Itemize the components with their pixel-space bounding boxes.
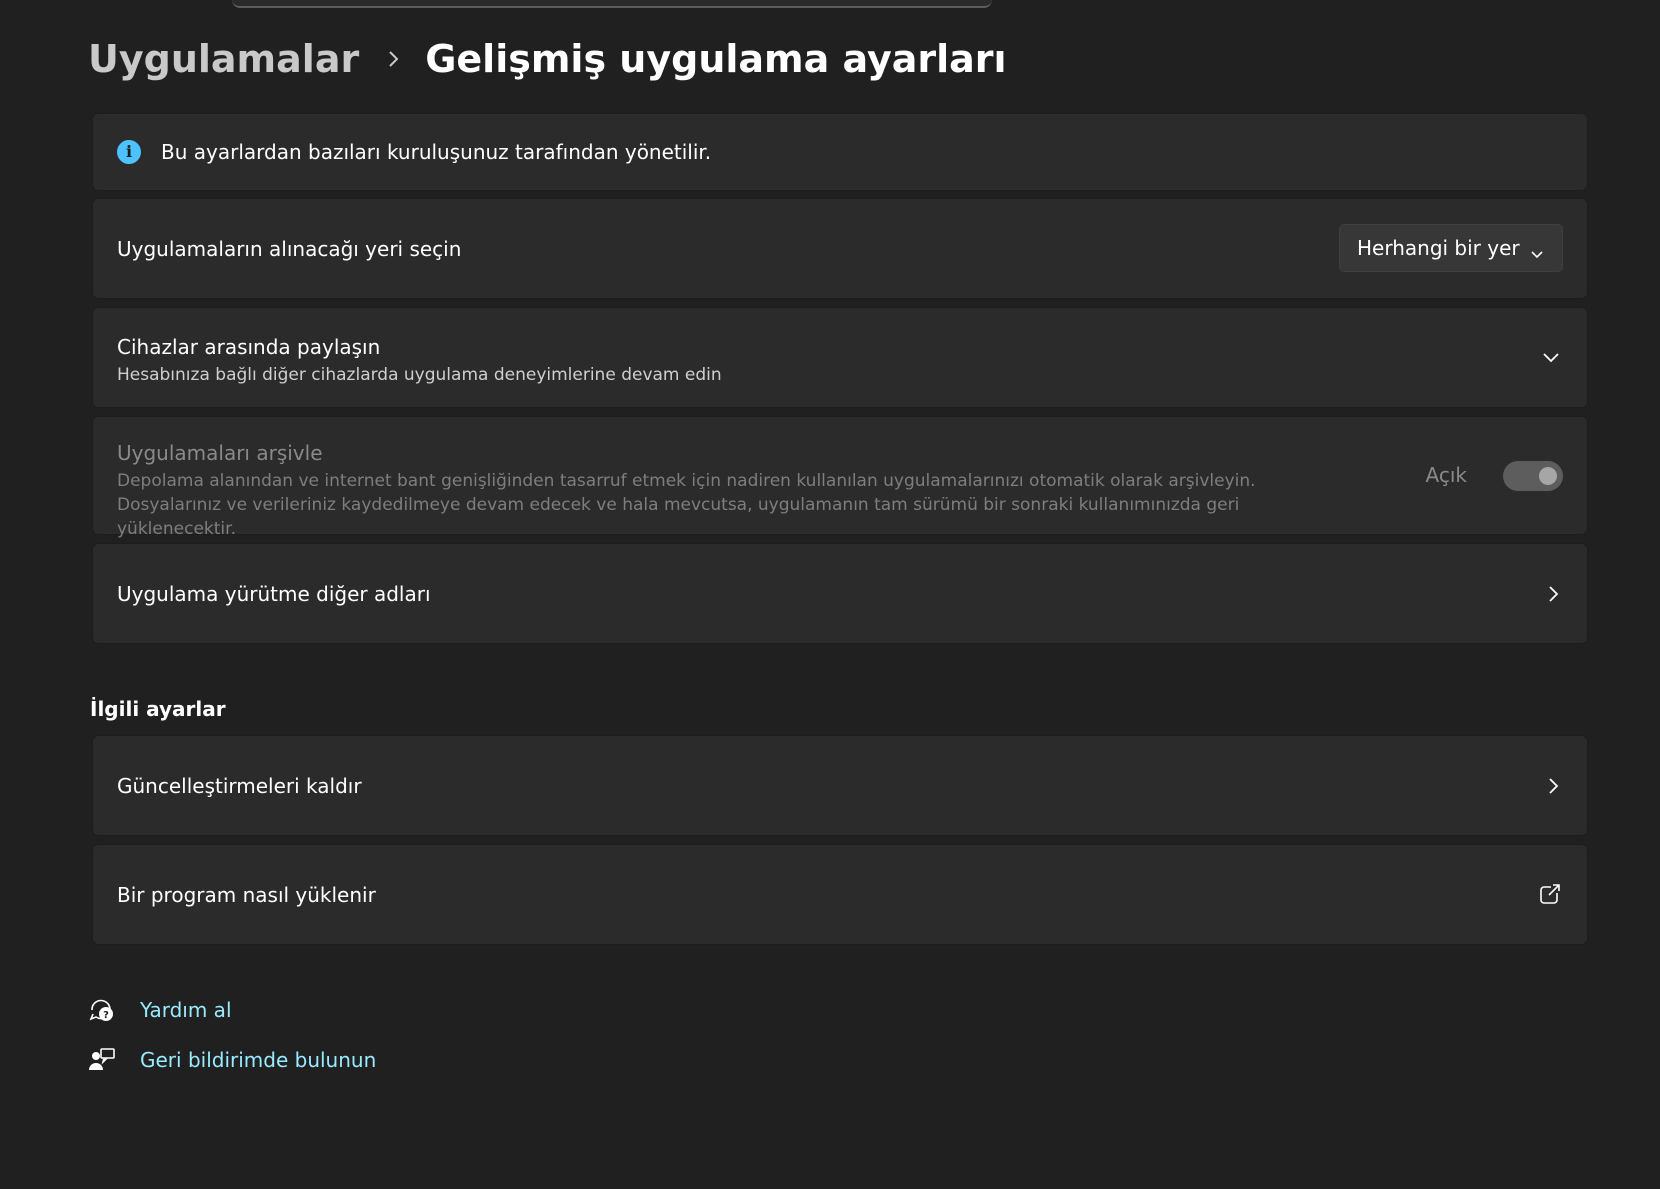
chevron-right-icon bbox=[1547, 776, 1561, 800]
chevron-down-icon[interactable] bbox=[1541, 350, 1561, 369]
install-program-label: Bir program nasıl yüklenir bbox=[117, 883, 376, 907]
feedback-icon bbox=[88, 1046, 116, 1074]
uninstall-updates-label: Güncelleştirmeleri kaldır bbox=[117, 774, 362, 798]
toggle-knob bbox=[1539, 467, 1557, 485]
managed-info-banner: i Bu ayarlardan bazıları kuruluşunuz tar… bbox=[92, 113, 1588, 191]
chevron-right-icon bbox=[387, 49, 401, 69]
share-devices-title: Cihazlar arasında paylaşın bbox=[117, 335, 381, 359]
get-help-link[interactable]: ? Yardım al bbox=[88, 996, 232, 1024]
execution-aliases-label: Uygulama yürütme diğer adları bbox=[117, 582, 431, 606]
chevron-right-icon bbox=[1547, 584, 1561, 608]
archive-apps-description: Depolama alanından ve internet bant geni… bbox=[117, 471, 1256, 539]
help-chat-icon: ? bbox=[88, 996, 116, 1024]
breadcrumb-parent-apps[interactable]: Uygulamalar bbox=[88, 37, 359, 81]
feedback-label: Geri bildirimde bulunun bbox=[140, 1048, 377, 1072]
setting-app-source: Uygulamaların alınacağı yeri seçin Herha… bbox=[92, 198, 1588, 299]
open-external-icon bbox=[1539, 883, 1561, 909]
share-devices-description: Hesabınıza bağlı diğer cihazlarda uygula… bbox=[117, 365, 722, 385]
archive-apps-title: Uygulamaları arşivle bbox=[117, 441, 323, 465]
info-banner-text: Bu ayarlardan bazıları kuruluşunuz taraf… bbox=[161, 140, 712, 164]
get-help-label: Yardım al bbox=[140, 998, 232, 1022]
info-icon: i bbox=[117, 140, 141, 164]
setting-share-devices[interactable]: Cihazlar arasında paylaşın Hesabınıza ba… bbox=[92, 307, 1588, 408]
breadcrumb: Uygulamalar Gelişmiş uygulama ayarları bbox=[88, 30, 1007, 88]
related-uninstall-updates[interactable]: Güncelleştirmeleri kaldır bbox=[92, 735, 1588, 836]
related-settings-heading: İlgili ayarlar bbox=[90, 697, 226, 721]
svg-text:?: ? bbox=[103, 1010, 109, 1021]
app-source-dropdown[interactable]: Herhangi bir yer bbox=[1339, 224, 1563, 272]
app-source-selected: Herhangi bir yer bbox=[1357, 236, 1520, 260]
setting-archive-apps: Uygulamaları arşivle Depolama alanından … bbox=[92, 416, 1588, 539]
app-source-label: Uygulamaların alınacağı yeri seçin bbox=[117, 237, 462, 261]
related-install-program[interactable]: Bir program nasıl yüklenir bbox=[92, 844, 1588, 945]
archive-apps-state: Açık bbox=[1425, 463, 1467, 487]
search-box-edge[interactable] bbox=[232, 0, 992, 8]
feedback-link[interactable]: Geri bildirimde bulunun bbox=[88, 1046, 376, 1074]
archive-apps-toggle[interactable] bbox=[1503, 461, 1563, 491]
page-title: Gelişmiş uygulama ayarları bbox=[425, 37, 1007, 81]
chevron-down-icon bbox=[1530, 241, 1544, 265]
setting-execution-aliases[interactable]: Uygulama yürütme diğer adları bbox=[92, 543, 1588, 644]
